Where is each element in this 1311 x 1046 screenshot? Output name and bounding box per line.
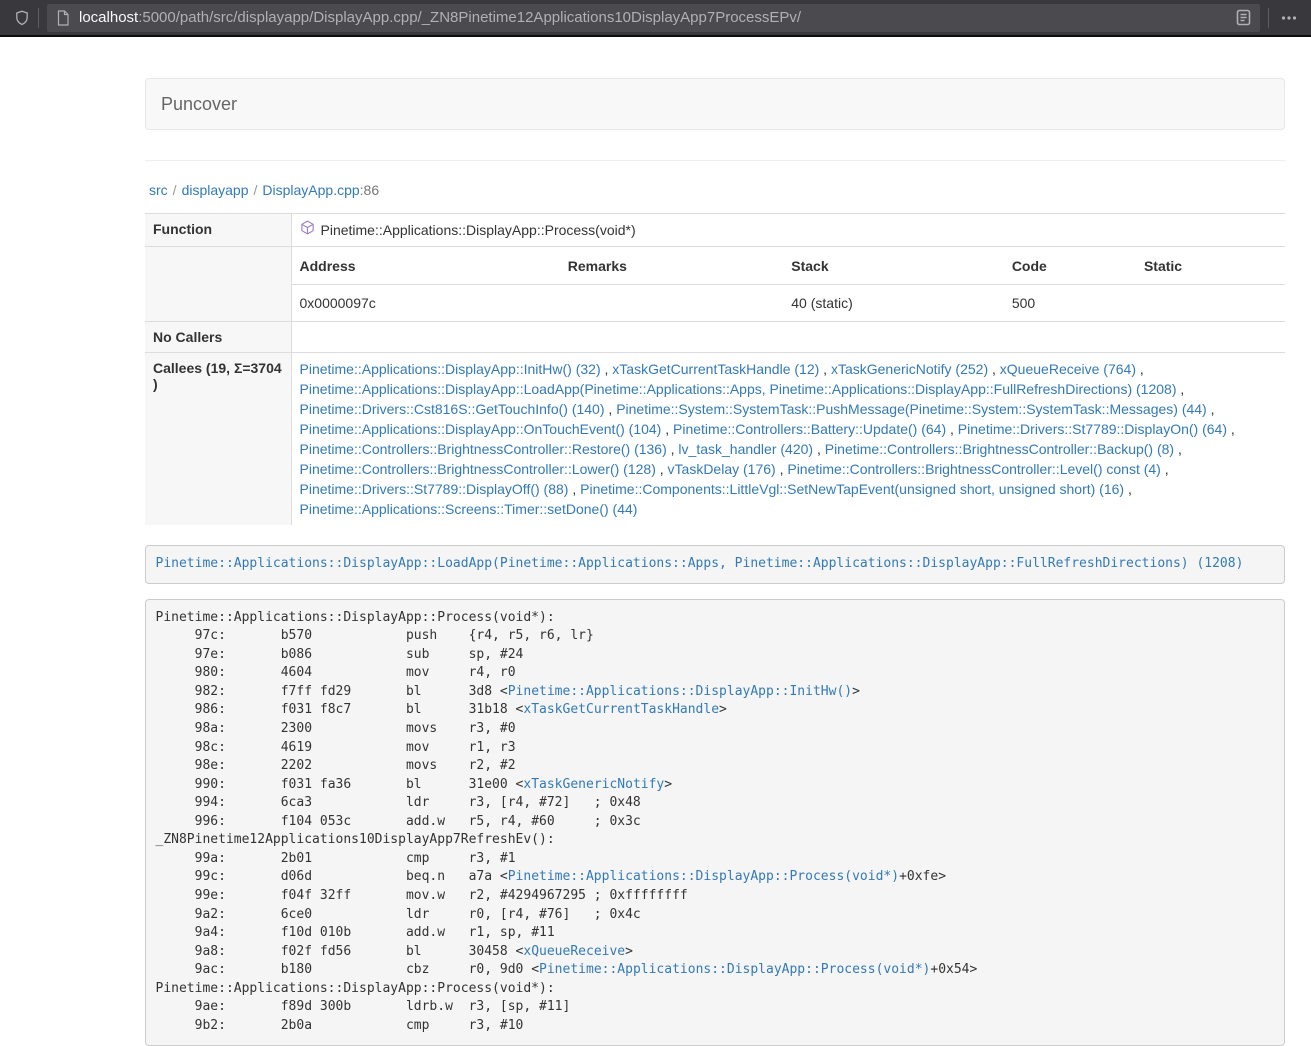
no-callers-label: No Callers	[145, 322, 291, 353]
static-value	[1136, 285, 1285, 322]
toolbar-separator	[38, 8, 39, 28]
package-cube-icon	[300, 220, 321, 240]
address-value: 0x0000097c	[292, 285, 560, 322]
table-row: Function Pinetime::Applications::Display…	[145, 214, 1285, 247]
stats-table: Address Remarks Stack Code Static 0x0000…	[292, 247, 1286, 321]
callee-link[interactable]: Pinetime::Controllers::Battery::Update()…	[673, 421, 946, 437]
callees-label: Callees (19, Σ=3704 )	[145, 353, 291, 526]
callee-link[interactable]: Pinetime::Drivers::Cst816S::GetTouchInfo…	[300, 401, 605, 417]
col-header-address: Address	[292, 247, 560, 285]
callees-list: Pinetime::Applications::DisplayApp::Init…	[291, 353, 1285, 526]
brand-link[interactable]: Puncover	[146, 94, 252, 115]
breadcrumb-link-src[interactable]: src	[149, 182, 168, 198]
toolbar-separator	[1268, 8, 1269, 28]
breadcrumb-separator: /	[168, 182, 182, 198]
table-row: No Callers	[145, 322, 1285, 353]
callee-link[interactable]: xTaskGenericNotify (252)	[831, 361, 988, 377]
callee-link[interactable]: Pinetime::Controllers::BrightnessControl…	[300, 461, 656, 477]
callee-link[interactable]: Pinetime::Applications::Screens::Timer::…	[300, 501, 638, 517]
navbar: Puncover	[145, 78, 1285, 130]
remarks-value	[560, 285, 784, 322]
url-host: localhost	[79, 9, 138, 26]
disasm-symbol-link[interactable]: xQueueReceive	[523, 944, 625, 959]
stats-header-row: Address Remarks Stack Code Static	[292, 247, 1286, 285]
code-value: 500	[1004, 285, 1136, 322]
callee-link[interactable]: Pinetime::Components::LittleVgl::SetNewT…	[580, 481, 1124, 497]
callee-link[interactable]: vTaskDelay (176)	[668, 461, 776, 477]
stats-value-row: 0x0000097c 40 (static) 500	[292, 285, 1286, 322]
disasm-symbol-link[interactable]: xTaskGetCurrentTaskHandle	[523, 702, 719, 717]
disasm-symbol-link[interactable]: Pinetime::Applications::DisplayApp::Init…	[508, 684, 852, 699]
browser-toolbar: localhost:5000/path/src/displayapp/Displ…	[0, 0, 1311, 37]
disasm-symbol-link[interactable]: Pinetime::Applications::DisplayApp::Proc…	[508, 869, 899, 884]
callee-link[interactable]: Pinetime::Applications::DisplayApp::Load…	[300, 381, 1177, 397]
col-header-static: Static	[1136, 247, 1285, 285]
page-container: Puncover src/displayapp/DisplayApp.cpp:8…	[145, 78, 1285, 1046]
function-table: Function Pinetime::Applications::Display…	[145, 213, 1285, 525]
breadcrumb-link-file[interactable]: DisplayApp.cpp	[262, 182, 359, 198]
callee-link[interactable]: Pinetime::Controllers::BrightnessControl…	[300, 441, 667, 457]
callee-link[interactable]: xTaskGetCurrentTaskHandle (12)	[612, 361, 819, 377]
callee-link[interactable]: Pinetime::Drivers::St7789::DisplayOff() …	[300, 481, 569, 497]
col-header-stack: Stack	[783, 247, 1004, 285]
callee-link[interactable]: Pinetime::Controllers::BrightnessControl…	[825, 441, 1174, 457]
divider	[145, 160, 1285, 161]
page-icon[interactable]	[56, 10, 70, 26]
callee-link[interactable]: xQueueReceive (764)	[1000, 361, 1136, 377]
loadapp-symbol-link[interactable]: Pinetime::Applications::DisplayApp::Load…	[156, 556, 1244, 571]
col-header-remarks: Remarks	[560, 247, 784, 285]
disasm-symbol-link[interactable]: Pinetime::Applications::DisplayApp::Proc…	[539, 962, 930, 977]
stack-value: 40 (static)	[783, 285, 1004, 322]
breadcrumb: src/displayapp/DisplayApp.cpp:86	[145, 180, 1285, 200]
function-label: Function	[145, 214, 291, 247]
shield-icon[interactable]	[14, 10, 30, 26]
function-name-cell: Pinetime::Applications::DisplayApp::Proc…	[300, 220, 1278, 240]
url-path: :5000/path/src/displayapp/DisplayApp.cpp…	[138, 9, 801, 26]
menu-icon[interactable]	[1277, 16, 1301, 20]
loadapp-code-box: Pinetime::Applications::DisplayApp::Load…	[145, 545, 1285, 584]
url-bar[interactable]: localhost:5000/path/src/displayapp/Displ…	[47, 4, 1260, 32]
table-row: Address Remarks Stack Code Static 0x0000…	[145, 247, 1285, 322]
callee-link[interactable]: Pinetime::System::SystemTask::PushMessag…	[616, 401, 1207, 417]
disassembly: Pinetime::Applications::DisplayApp::Proc…	[145, 599, 1285, 1046]
col-header-code: Code	[1004, 247, 1136, 285]
callee-link[interactable]: Pinetime::Applications::DisplayApp::OnTo…	[300, 421, 662, 437]
breadcrumb-separator: /	[249, 182, 263, 198]
url-text: localhost:5000/path/src/displayapp/Displ…	[79, 9, 1236, 26]
callee-link[interactable]: lv_task_handler (420)	[678, 441, 813, 457]
table-row: Callees (19, Σ=3704 ) Pinetime::Applicat…	[145, 353, 1285, 526]
reader-mode-icon[interactable]	[1236, 9, 1251, 26]
callee-link[interactable]: Pinetime::Applications::DisplayApp::Init…	[300, 361, 601, 377]
disasm-symbol-link[interactable]: xTaskGenericNotify	[523, 777, 664, 792]
callee-link[interactable]: Pinetime::Controllers::BrightnessControl…	[787, 461, 1160, 477]
breadcrumb-line-number: :86	[360, 182, 379, 198]
empty-label-cell	[145, 247, 291, 322]
callee-link[interactable]: Pinetime::Drivers::St7789::DisplayOn() (…	[958, 421, 1227, 437]
function-name: Pinetime::Applications::DisplayApp::Proc…	[321, 220, 636, 240]
no-callers-cell	[291, 322, 1285, 353]
breadcrumb-link-displayapp[interactable]: displayapp	[182, 182, 249, 198]
